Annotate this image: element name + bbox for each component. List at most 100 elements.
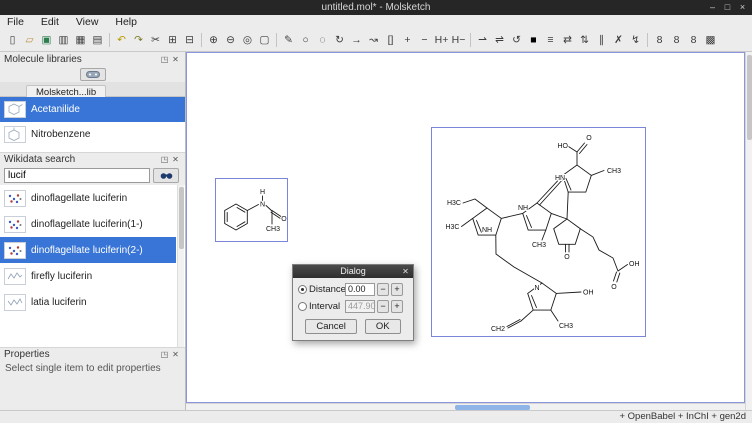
maximize-button[interactable]: □ xyxy=(720,0,735,15)
wikidata-search-title: Wikidata search xyxy=(4,154,159,165)
molsketch-window: untitled.mol* - Molsketch – □ × File Edi… xyxy=(0,0,752,423)
ring-size-8-icon[interactable]: 8 xyxy=(668,32,685,49)
menu-view[interactable]: View xyxy=(69,15,106,29)
copy-icon[interactable]: ⊞ xyxy=(164,32,181,49)
toolbar-separator xyxy=(470,33,471,47)
export-image-icon[interactable]: ▦ xyxy=(72,32,89,49)
flip-horizontal-tool-icon[interactable]: ⇄ xyxy=(559,32,576,49)
dialog-titlebar[interactable]: Dialog ✕ xyxy=(293,265,413,278)
cancel-button[interactable]: Cancel xyxy=(305,319,357,334)
result-dinoflagellate-luciferin-2[interactable]: dinoflagellate luciferin(2-) xyxy=(0,237,176,263)
float-panel-icon[interactable]: ◳ xyxy=(159,350,170,359)
molecule-library-list: Acetanilide Nitrobenzene xyxy=(0,97,185,152)
ok-button[interactable]: OK xyxy=(365,319,401,334)
zoom-out-icon[interactable]: ⊖ xyxy=(222,32,239,49)
result-list-scrollbar[interactable] xyxy=(177,185,184,347)
distance-increment-button[interactable]: + xyxy=(391,283,403,296)
ring-size-8-icon[interactable]: 8 xyxy=(651,32,668,49)
close-button[interactable]: × xyxy=(735,0,750,15)
interval-decrement-button[interactable]: − xyxy=(377,300,389,313)
print-document-icon[interactable]: ▤ xyxy=(89,32,106,49)
dialog-body: Distance 0.00 − + Interval 447.90 − + Ca… xyxy=(293,278,413,340)
curved-arrow-tool-icon[interactable]: ↝ xyxy=(365,32,382,49)
save-document-icon[interactable]: ▣ xyxy=(38,32,55,49)
new-document-icon[interactable]: ▯ xyxy=(4,32,21,49)
charge-plus-tool-icon[interactable]: + xyxy=(399,32,416,49)
bond-order-tool-icon[interactable]: ≡ xyxy=(542,32,559,49)
properties-header: Properties ◳ ✕ xyxy=(0,347,185,361)
cut-icon[interactable]: ✂ xyxy=(147,32,164,49)
menu-edit[interactable]: Edit xyxy=(34,15,66,29)
acetanilide-selection-box[interactable]: H N O CH3 xyxy=(215,178,288,242)
molecule-3d-thumbnail-icon xyxy=(4,216,26,233)
open-document-icon[interactable]: ▱ xyxy=(21,32,38,49)
properties-hint: Select single item to edit properties xyxy=(0,361,185,376)
close-panel-icon[interactable]: ✕ xyxy=(170,55,181,64)
charge-minus-tool-icon[interactable]: − xyxy=(416,32,433,49)
float-panel-icon[interactable]: ◳ xyxy=(159,155,170,164)
library-item-nitrobenzene[interactable]: Nitrobenzene xyxy=(0,122,185,147)
zoom-fit-icon[interactable]: ◎ xyxy=(239,32,256,49)
molecule-sketch-thumbnail-icon xyxy=(4,268,26,285)
add-hydrogen-tool-icon[interactable]: H+ xyxy=(433,32,450,49)
distance-dialog: Dialog ✕ Distance 0.00 − + Interval 447.… xyxy=(292,264,414,341)
result-label: dinoflagellate luciferin(2-) xyxy=(31,245,143,256)
align-tool-icon[interactable]: ∥ xyxy=(593,32,610,49)
electron-flow-tool-icon[interactable]: ↯ xyxy=(627,32,644,49)
minimize-button[interactable]: – xyxy=(705,0,720,15)
scrollbar-handle[interactable] xyxy=(179,187,184,249)
result-label: dinoflagellate luciferin(1-) xyxy=(31,219,143,230)
result-latia-luciferin[interactable]: latia luciferin xyxy=(0,289,176,315)
result-firefly-luciferin[interactable]: firefly luciferin xyxy=(0,263,176,289)
paste-icon[interactable]: ⊟ xyxy=(181,32,198,49)
svg-text:NH: NH xyxy=(518,205,528,212)
library-manager-button[interactable] xyxy=(80,68,106,81)
library-toolbar xyxy=(0,66,185,82)
titlebar[interactable]: untitled.mol* - Molsketch – □ × xyxy=(0,0,752,15)
float-panel-icon[interactable]: ◳ xyxy=(159,55,170,64)
drawing-canvas[interactable]: H N O CH3 xyxy=(186,52,745,403)
distance-radio[interactable] xyxy=(298,285,307,294)
luciferin-selection-box[interactable]: HO O HN CH3 NH H3C H3C NH CH3 O O OH N O… xyxy=(431,127,646,337)
scrollbar-handle[interactable] xyxy=(747,55,752,140)
close-panel-icon[interactable]: ✕ xyxy=(170,350,181,359)
flip-vertical-tool-icon[interactable]: ⇅ xyxy=(576,32,593,49)
wikidata-search-button[interactable] xyxy=(153,168,179,183)
remove-hydrogen-tool-icon[interactable]: H− xyxy=(450,32,467,49)
distance-decrement-button[interactable]: − xyxy=(377,283,389,296)
distance-value-field[interactable]: 0.00 xyxy=(345,283,375,296)
canvas-horizontal-scrollbar[interactable] xyxy=(186,403,745,410)
close-panel-icon[interactable]: ✕ xyxy=(170,155,181,164)
ring-size-8-icon[interactable]: 8 xyxy=(685,32,702,49)
rotate-ccw-tool-icon[interactable]: ↺ xyxy=(508,32,525,49)
menu-help[interactable]: Help xyxy=(108,15,144,29)
reaction-arrow-tool-icon[interactable]: → xyxy=(348,32,365,49)
result-dinoflagellate-luciferin[interactable]: dinoflagellate luciferin xyxy=(0,185,176,211)
result-dinoflagellate-luciferin-1[interactable]: dinoflagellate luciferin(1-) xyxy=(0,211,176,237)
molecule-thumbnail-icon xyxy=(4,101,26,118)
interval-increment-button[interactable]: + xyxy=(391,300,403,313)
undo-icon[interactable]: ↶ xyxy=(113,32,130,49)
interval-radio[interactable] xyxy=(298,302,307,311)
color-picker-icon[interactable]: ■ xyxy=(525,32,542,49)
canvas-vertical-scrollbar[interactable] xyxy=(745,52,752,410)
mechanism-arrow-tool-icon[interactable]: ⇀ xyxy=(474,32,491,49)
delete-tool-icon[interactable]: ✗ xyxy=(610,32,627,49)
save-as-document-icon[interactable]: ▥ xyxy=(55,32,72,49)
draw-tool-icon[interactable]: ✎ xyxy=(280,32,297,49)
bracket-tool-icon[interactable]: [] xyxy=(382,32,399,49)
zoom-reset-icon[interactable]: ▢ xyxy=(256,32,273,49)
menu-file[interactable]: File xyxy=(0,15,31,29)
library-item-acetanilide[interactable]: Acetanilide xyxy=(0,97,185,122)
zoom-in-icon[interactable]: ⊕ xyxy=(205,32,222,49)
wikidata-result-list: dinoflagellate luciferin dinoflagellate … xyxy=(0,185,185,347)
rotate-tool-icon[interactable]: ↻ xyxy=(331,32,348,49)
grid-snap-icon[interactable]: ▩ xyxy=(702,32,719,49)
wikidata-search-header: Wikidata search ◳ ✕ xyxy=(0,152,185,166)
wikidata-search-input[interactable] xyxy=(4,168,150,183)
lasso-tool-icon[interactable]: ◌ xyxy=(314,32,331,49)
redo-icon[interactable]: ↷ xyxy=(130,32,147,49)
dialog-close-icon[interactable]: ✕ xyxy=(400,265,411,278)
equilibrium-arrow-tool-icon[interactable]: ⇌ xyxy=(491,32,508,49)
ring-tool-icon[interactable]: ○ xyxy=(297,32,314,49)
